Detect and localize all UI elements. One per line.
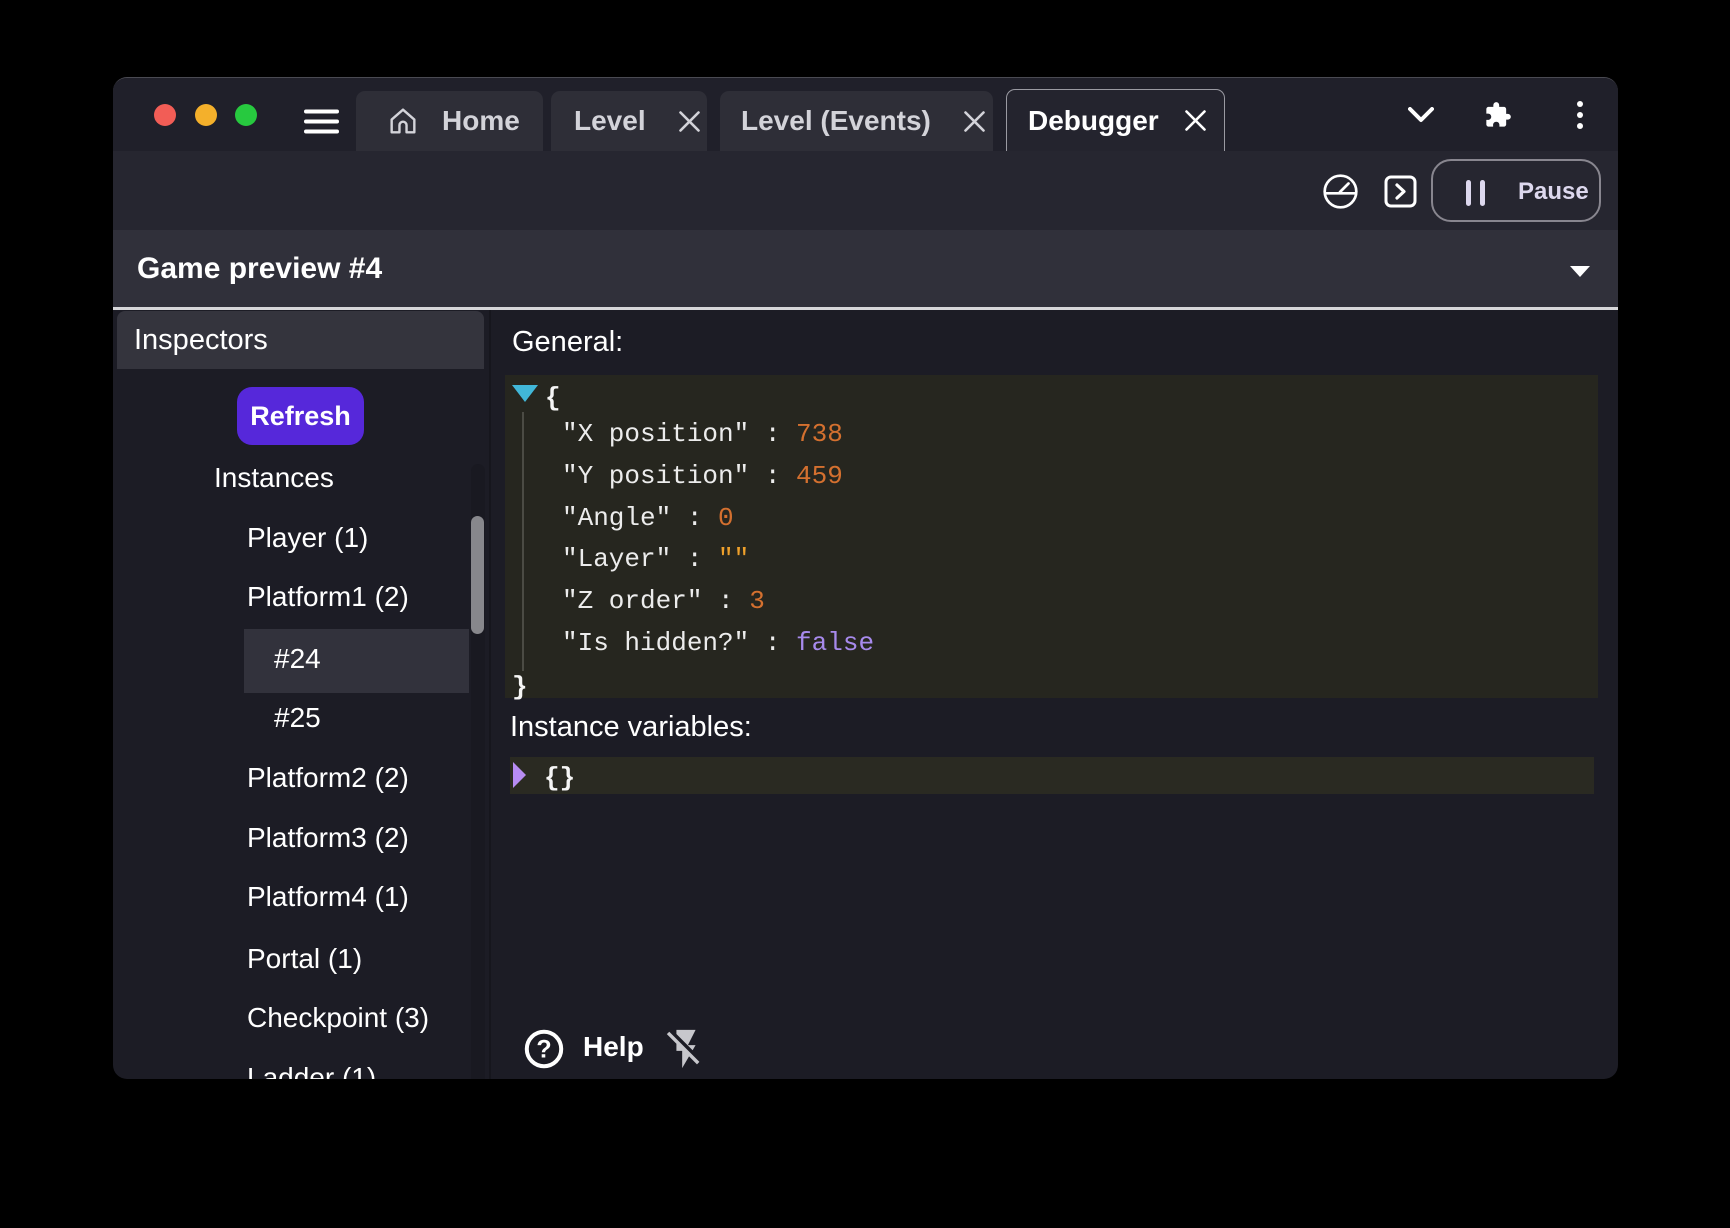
svg-text:?: ? [536, 1036, 551, 1064]
